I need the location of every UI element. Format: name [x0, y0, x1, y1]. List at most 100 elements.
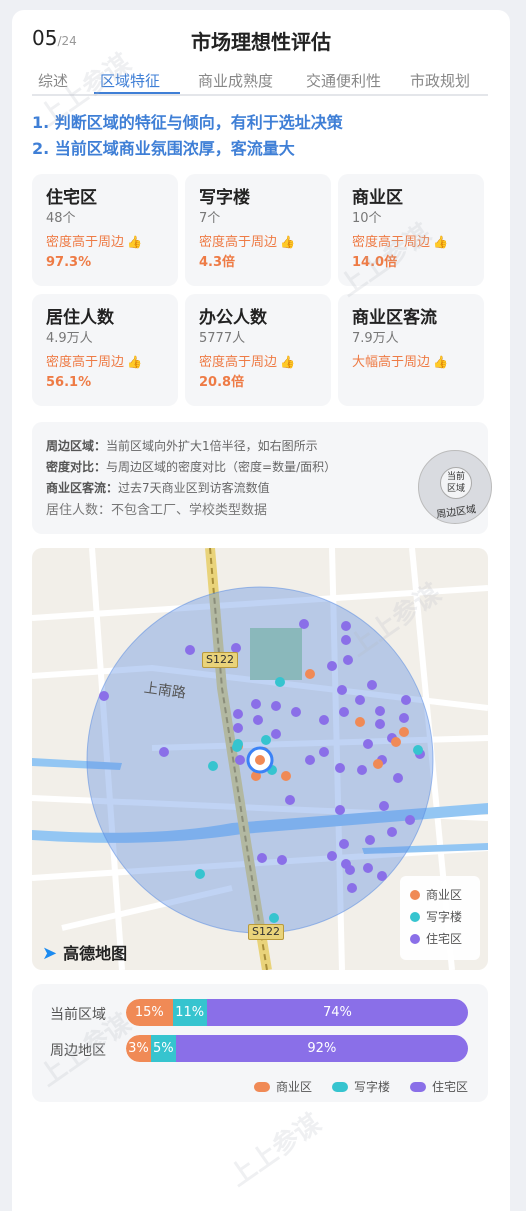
- stat-title: 住宅区: [46, 188, 97, 208]
- stat-desc: 大幅高于周边 👍: [352, 352, 484, 373]
- residential-poi: [327, 661, 337, 671]
- residential-poi: [235, 755, 245, 765]
- residential-poi: [367, 680, 377, 690]
- residential-poi: [339, 707, 349, 717]
- bar-legend-residential: 住宅区: [410, 1078, 468, 1095]
- residential-poi: [277, 855, 287, 865]
- residential-pill-icon: [410, 1082, 426, 1092]
- residential-poi: [185, 645, 195, 655]
- office-pill-icon: [332, 1082, 348, 1092]
- residential-poi: [253, 715, 263, 725]
- stat-card-commercial: 商业区 10个 密度高于周边 👍 14.0倍: [338, 174, 484, 286]
- page-title: 市场理想性评估: [191, 30, 331, 54]
- key-points: 1. 判断区域的特征与倾向，有利于选址决策 2. 当前区域商业氛围浓厚，客流量大: [32, 110, 343, 162]
- office-poi: [208, 761, 218, 771]
- stat-value: 5777人: [199, 331, 246, 346]
- stat-value: 4.9万人: [46, 331, 93, 346]
- watermark: 上上参谋: [224, 1108, 327, 1193]
- bar-label-current: 当前区域: [50, 1007, 106, 1023]
- office-dot-icon: [410, 912, 420, 922]
- residential-poi: [375, 706, 385, 716]
- thumbs-up-icon: 👍: [127, 355, 142, 369]
- residential-poi: [363, 863, 373, 873]
- segment-residential: 74%: [206, 999, 468, 1026]
- definitions-panel: 周边区域：当前区域向外扩大1倍半径，如右图所示 密度对比：与周边区域的密度对比（…: [32, 422, 492, 534]
- residential-poi: [291, 707, 301, 717]
- commercial-poi: [281, 771, 291, 781]
- tab-overview[interactable]: 综述: [38, 70, 68, 91]
- stat-pct: 20.8倍: [199, 375, 245, 390]
- residential-poi: [401, 695, 411, 705]
- definition-surrounding: 周边区域：当前区域向外扩大1倍半径，如右图所示: [46, 439, 318, 453]
- residential-poi: [299, 619, 309, 629]
- amap-logo-icon: ➤: [42, 943, 58, 964]
- residential-poi: [363, 739, 373, 749]
- tab-bar: 综述 区域特征 商业成熟度 交通便利性 市政规划: [32, 68, 488, 96]
- residential-poi: [379, 801, 389, 811]
- commercial-poi: [305, 669, 315, 679]
- commercial-poi: [391, 737, 401, 747]
- report-card: 05/24 市场理想性评估 综述 区域特征 商业成熟度 交通便利性 市政规划 1…: [12, 10, 510, 1211]
- stat-card-foot-traffic: 商业区客流 7.9万人 大幅高于周边 👍: [338, 294, 484, 406]
- tab-traffic[interactable]: 交通便利性: [306, 70, 381, 91]
- commercial-poi: [355, 717, 365, 727]
- commercial-pill-icon: [254, 1082, 270, 1092]
- residential-poi: [343, 655, 353, 665]
- residential-poi: [271, 729, 281, 739]
- key-point: 1. 判断区域的特征与倾向，有利于选址决策: [32, 113, 343, 132]
- segment-residential: 92%: [175, 1035, 468, 1062]
- stat-title: 居住人数: [46, 308, 114, 328]
- header: 05/24 市场理想性评估: [12, 10, 510, 66]
- tab-area-features[interactable]: 区域特征: [100, 70, 160, 91]
- residential-poi: [387, 827, 397, 837]
- road-label-s122: S122: [202, 652, 238, 668]
- stat-desc: 密度高于周边 👍: [46, 232, 178, 253]
- current-area-circle: 当前 区域: [440, 467, 472, 499]
- residential-poi: [393, 773, 403, 783]
- residential-poi: [327, 851, 337, 861]
- stat-value: 48个: [46, 211, 76, 226]
- office-poi: [413, 745, 423, 755]
- office-poi: [261, 735, 271, 745]
- commercial-poi: [399, 727, 409, 737]
- stat-title: 商业区: [352, 188, 403, 208]
- stat-value: 10个: [352, 211, 382, 226]
- center-location-dot: [255, 755, 265, 765]
- residential-poi: [375, 719, 385, 729]
- stat-value: 7个: [199, 211, 221, 226]
- residential-poi: [347, 883, 357, 893]
- residential-poi: [335, 805, 345, 815]
- distribution-chart: 当前区域 15% 11% 74% 周边地区 3% 5% 92% 商业区 写字楼 …: [32, 984, 488, 1102]
- area-map[interactable]: S122 S122 上南路 ➤ 高德地图 商业区 写字楼 住宅区: [32, 548, 488, 970]
- residential-poi: [377, 871, 387, 881]
- stat-title: 写字楼: [199, 188, 250, 208]
- bar-label-surrounding: 周边地区: [50, 1043, 106, 1059]
- active-tab-indicator: [94, 92, 180, 94]
- residential-poi: [159, 747, 169, 757]
- map-logo: ➤ 高德地图: [42, 943, 128, 964]
- thumbs-up-icon: 👍: [433, 355, 448, 369]
- residential-poi: [341, 621, 351, 631]
- residential-poi: [99, 691, 109, 701]
- segment-commercial: 15%: [126, 999, 173, 1026]
- residential-poi: [233, 723, 243, 733]
- tab-commercial-maturity[interactable]: 商业成熟度: [198, 70, 273, 91]
- residential-poi: [339, 839, 349, 849]
- tab-municipal-planning[interactable]: 市政规划: [410, 70, 470, 91]
- office-poi: [275, 677, 285, 687]
- thumbs-up-icon: 👍: [280, 235, 295, 249]
- stat-pct: 56.1%: [46, 375, 92, 390]
- stat-desc: 密度高于周边 👍: [199, 352, 331, 373]
- road-label-s122: S122: [248, 924, 284, 940]
- legend-office: 写字楼: [410, 906, 480, 928]
- residential-poi: [305, 755, 315, 765]
- residential-poi: [357, 765, 367, 775]
- residential-poi: [399, 713, 409, 723]
- bar-legend-commercial: 商业区: [254, 1078, 312, 1095]
- residential-poi: [319, 715, 329, 725]
- stat-title: 商业区客流: [352, 308, 437, 328]
- residential-poi: [405, 815, 415, 825]
- segment-commercial: 3%: [126, 1035, 151, 1062]
- stat-pct: 14.0倍: [352, 255, 398, 270]
- segment-office: 5%: [150, 1035, 176, 1062]
